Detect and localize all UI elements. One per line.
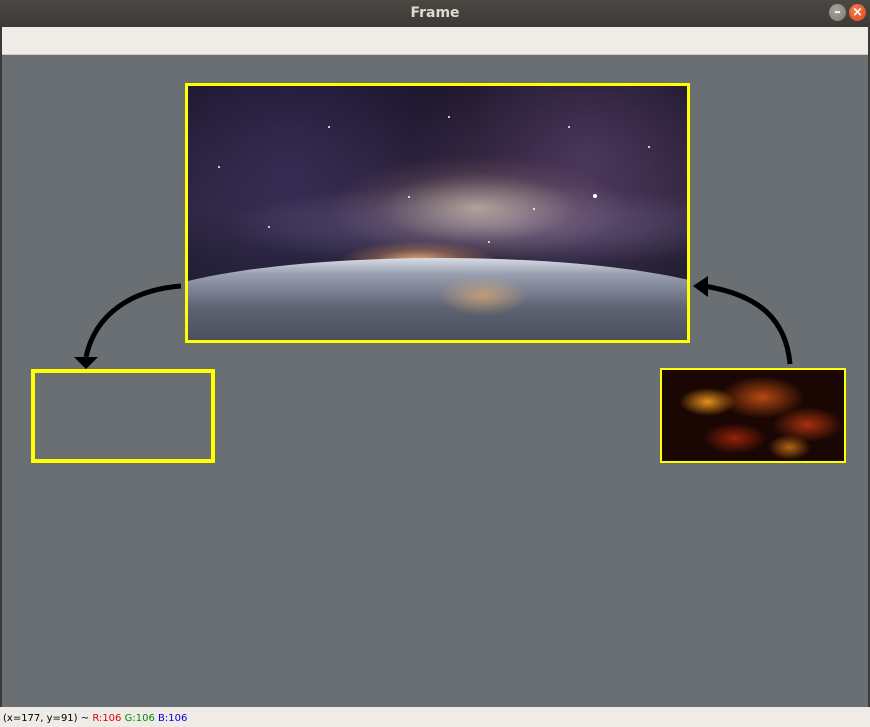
status-bar: (x=177, y=91) ~ R:106 G:106 B:106	[0, 707, 870, 727]
horizon-glow	[438, 276, 528, 316]
red-value: R:106	[92, 713, 122, 724]
star	[328, 126, 330, 128]
empty-target-box[interactable]	[31, 369, 215, 463]
blue-value: B:106	[158, 713, 188, 724]
minimize-icon: –	[834, 5, 841, 20]
earth-horizon	[188, 258, 687, 340]
status-readout: (x=177, y=91) ~ R:106 G:106 B:106	[3, 713, 187, 724]
close-button[interactable]: ×	[849, 4, 866, 21]
source-nebula-image[interactable]	[660, 368, 846, 463]
star	[568, 126, 570, 128]
star	[268, 226, 270, 228]
star	[593, 194, 597, 198]
star	[488, 241, 490, 243]
toolbar	[2, 27, 868, 55]
star	[448, 116, 450, 118]
cursor-coords: (x=177, y=91) ~	[3, 713, 90, 724]
main-space-image[interactable]	[185, 83, 690, 343]
star	[218, 166, 220, 168]
window-titlebar[interactable]: Frame – ×	[0, 0, 870, 27]
star	[648, 146, 650, 148]
window-title: Frame	[410, 5, 460, 21]
minimize-button[interactable]: –	[829, 4, 846, 21]
close-icon: ×	[852, 5, 863, 20]
star	[533, 208, 535, 210]
green-value: G:106	[124, 713, 155, 724]
star	[408, 196, 410, 198]
